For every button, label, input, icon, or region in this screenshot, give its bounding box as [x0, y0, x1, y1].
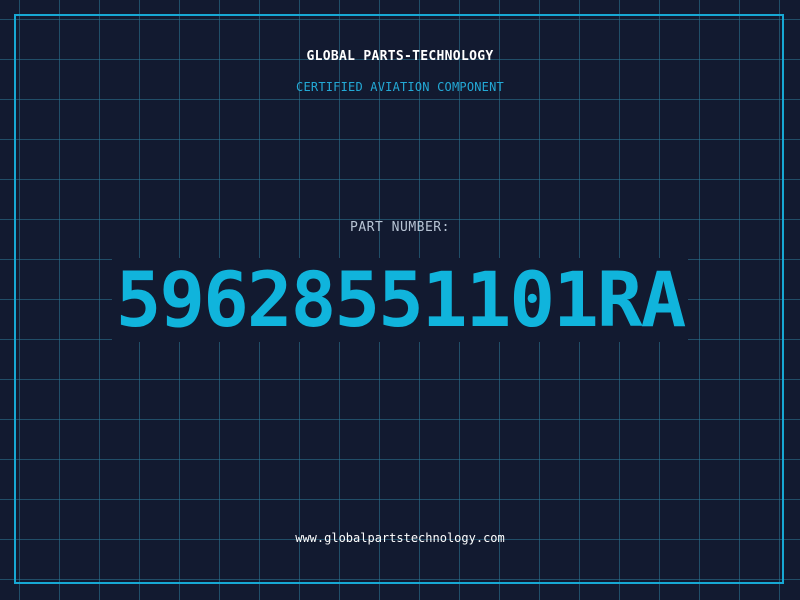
part-number-container: 59628551101RA: [0, 258, 800, 342]
part-number-value: 59628551101RA: [111, 258, 689, 342]
website-url: www.globalpartstechnology.com: [295, 531, 505, 545]
company-name: GLOBAL PARTS-TECHNOLOGY: [306, 49, 494, 64]
certification-subtitle: CERTIFIED AVIATION COMPONENT: [296, 80, 504, 94]
certificate-canvas: GLOBAL PARTS-TECHNOLOGY CERTIFIED AVIATI…: [0, 0, 800, 600]
part-number-label: PART NUMBER:: [350, 220, 450, 235]
